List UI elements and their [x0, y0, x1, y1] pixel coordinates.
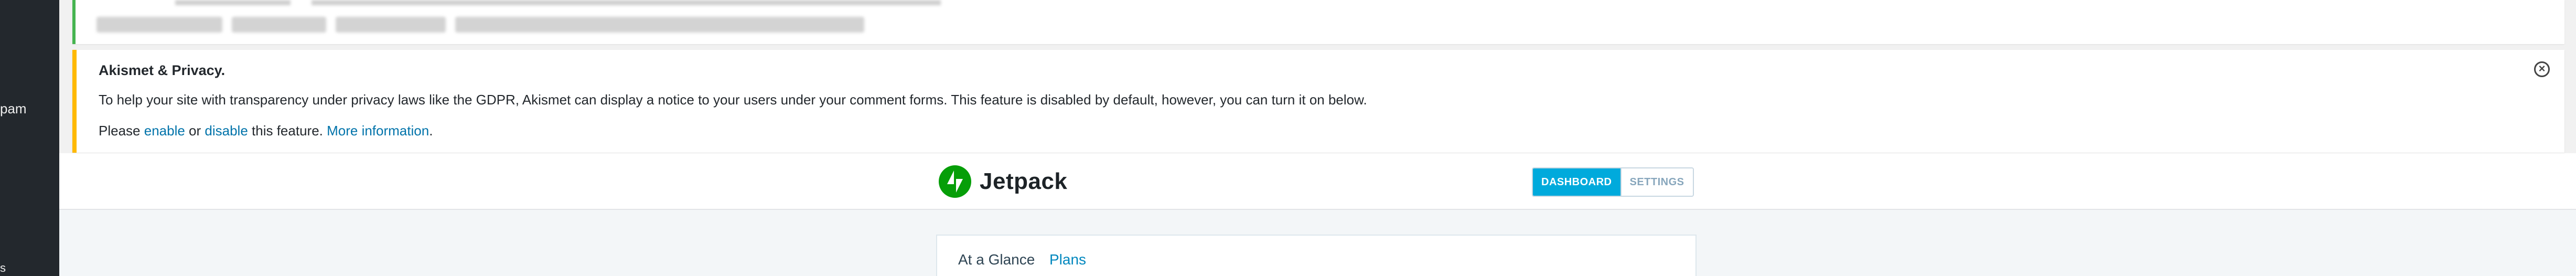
notice-or-text: or	[185, 123, 205, 139]
blurred-content	[175, 0, 291, 5]
notice-links-prefix: Please	[99, 123, 144, 139]
sidebar-item-label[interactable]: pam	[0, 101, 27, 117]
tab-settings[interactable]: SETTINGS	[1620, 168, 1693, 196]
jetpack-header: Jetpack DASHBOARD SETTINGS	[59, 153, 2576, 210]
jetpack-logo[interactable]: Jetpack	[939, 165, 1067, 198]
admin-sidebar: pam s	[0, 0, 59, 276]
jetpack-content: At a Glance Plans	[59, 210, 2576, 276]
more-information-link[interactable]: More information	[327, 123, 429, 139]
jetpack-bolt-icon	[939, 165, 971, 198]
enable-link[interactable]: enable	[144, 123, 185, 139]
notice-period: .	[429, 123, 433, 139]
notice-actions: Please enable or disable this feature. M…	[99, 123, 433, 139]
akismet-privacy-notice: Akismet & Privacy. To help your site wit…	[72, 50, 2564, 153]
blurred-text	[336, 17, 446, 33]
notice-title: Akismet & Privacy.	[99, 62, 226, 78]
blurred-text	[232, 17, 326, 33]
tab-dashboard[interactable]: DASHBOARD	[1533, 168, 1620, 196]
nav-item-plans[interactable]: Plans	[1049, 251, 1086, 268]
notice-links-suffix: this feature.	[248, 123, 327, 139]
blurred-text	[96, 17, 222, 33]
close-icon[interactable]: ×	[2534, 61, 2550, 77]
jetpack-section-nav: At a Glance Plans	[937, 236, 1695, 276]
sidebar-item-label[interactable]: s	[0, 261, 6, 275]
blurred-text	[455, 17, 864, 33]
jetpack-logo-text: Jetpack	[980, 168, 1068, 194]
blurred-content	[96, 17, 864, 33]
jetpack-tabs: DASHBOARD SETTINGS	[1532, 167, 1694, 197]
notice-body: To help your site with transparency unde…	[99, 92, 1367, 108]
nav-item-at-a-glance[interactable]: At a Glance	[958, 251, 1035, 268]
blurred-content	[312, 0, 941, 5]
disable-link[interactable]: disable	[205, 123, 248, 139]
success-notice	[72, 0, 2564, 44]
